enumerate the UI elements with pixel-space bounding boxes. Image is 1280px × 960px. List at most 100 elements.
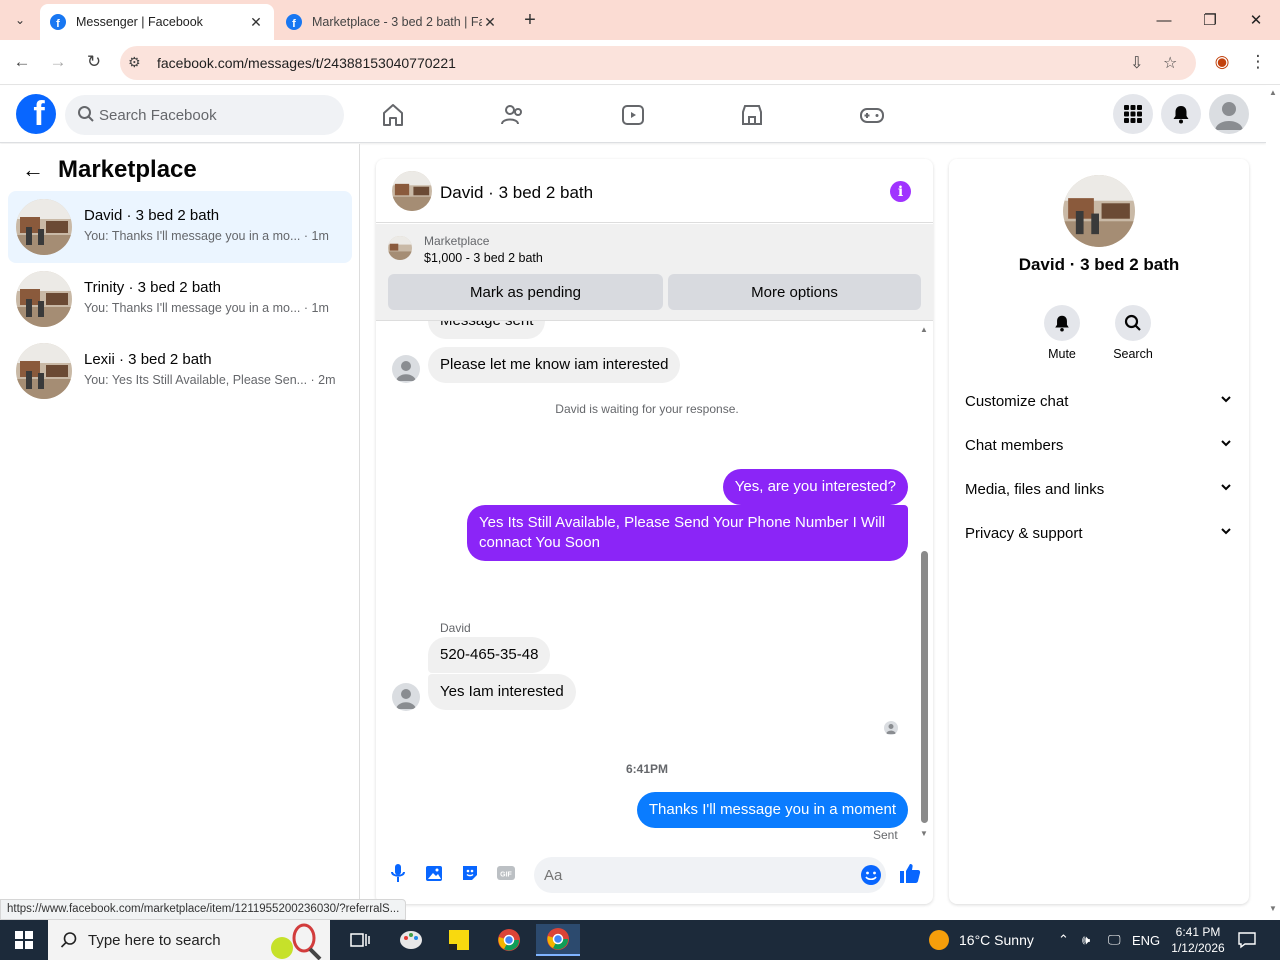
close-tab-icon[interactable]: ✕ — [482, 14, 498, 31]
gif-icon[interactable]: GIF — [496, 863, 516, 883]
scroll-up-icon[interactable]: ▲ — [920, 325, 928, 334]
search-icon — [78, 106, 94, 122]
conversation-item[interactable]: David · 3 bed 2 bath You: Thanks I'll me… — [8, 191, 352, 263]
message-outgoing: Yes, are you interested? — [722, 469, 908, 505]
weather-widget[interactable]: 16°C Sunny — [929, 920, 1034, 960]
chevron-down-icon — [1219, 436, 1233, 454]
tab-messenger[interactable]: f Messenger | Facebook ✕ — [40, 4, 274, 40]
page-scroll-down-icon[interactable]: ▼ — [1269, 904, 1277, 913]
mark-as-pending-button[interactable]: Mark as pending — [388, 274, 663, 310]
task-view-icon[interactable] — [338, 924, 382, 956]
page-scroll-up-icon[interactable]: ▲ — [1269, 88, 1277, 97]
chat-header: David · 3 bed 2 bath i — [376, 159, 933, 223]
sent-status: Sent — [873, 828, 898, 841]
notifications-bell-icon[interactable] — [1161, 94, 1201, 134]
profile-thumbnail[interactable] — [1063, 175, 1135, 247]
more-options-button[interactable]: More options — [668, 274, 921, 310]
video-icon[interactable] — [618, 100, 648, 130]
chat-scrollbar[interactable]: ▲ ▼ — [918, 325, 930, 841]
link-status-bar: https://www.facebook.com/marketplace/ite… — [0, 899, 407, 920]
weather-text: 16°C Sunny — [959, 932, 1034, 948]
emoji-icon[interactable] — [860, 864, 882, 891]
chrome-active-icon[interactable] — [536, 924, 580, 956]
close-window-button[interactable]: ✕ — [1236, 6, 1276, 34]
chrome-icon[interactable] — [487, 924, 531, 956]
message-input[interactable] — [544, 857, 844, 893]
tab-title: Messenger | Facebook — [76, 15, 203, 29]
volume-icon[interactable]: 🕪 — [1082, 920, 1090, 960]
section-label: Media, files and links — [965, 480, 1105, 498]
gaming-icon[interactable] — [857, 100, 887, 130]
address-bar[interactable]: ⚙ facebook.com/messages/t/24388153040770… — [120, 46, 1196, 80]
mute-button[interactable]: Mute — [1032, 305, 1092, 361]
microphone-icon[interactable] — [388, 863, 408, 883]
clock[interactable]: 6:41 PM 1/12/2026 — [1168, 920, 1228, 960]
privacy-support-section[interactable]: Privacy & support — [965, 513, 1233, 553]
media-files-links-section[interactable]: Media, files and links — [965, 469, 1233, 509]
info-icon[interactable]: i — [890, 181, 911, 202]
sender-avatar — [392, 683, 420, 711]
windows-start-icon[interactable] — [0, 920, 48, 960]
tab-search-dropdown[interactable]: ⌄ — [6, 8, 34, 32]
marketplace-label: Marketplace — [424, 234, 490, 248]
network-icon[interactable]: 🖵 — [1108, 920, 1121, 960]
listing-mini-thumbnail — [388, 236, 412, 260]
marketplace-icon[interactable] — [737, 100, 767, 130]
forward-icon[interactable]: → — [46, 50, 70, 74]
chat-title[interactable]: David · 3 bed 2 bath — [440, 183, 593, 203]
message-outgoing: Yes Its Still Available, Please Send You… — [467, 505, 908, 561]
new-tab-button[interactable]: + — [518, 8, 542, 32]
clock-date: 1/12/2026 — [1171, 941, 1225, 955]
marketplace-listing-bar: Marketplace $1,000 - 3 bed 2 bath Mark a… — [376, 224, 933, 321]
customize-chat-section[interactable]: Customize chat — [965, 381, 1233, 421]
bookmark-star-icon[interactable]: ☆ — [1163, 53, 1177, 73]
search-conversation-button[interactable]: Search — [1103, 305, 1163, 361]
browser-menu-icon[interactable]: ⋮ — [1246, 50, 1270, 74]
language-indicator[interactable]: ENG — [1132, 920, 1160, 960]
back-arrow-icon[interactable]: ← — [22, 157, 44, 183]
page-scrollbar[interactable]: ▲ ▼ — [1266, 86, 1280, 920]
chat-avatar[interactable] — [392, 171, 432, 211]
action-center-icon[interactable] — [1238, 920, 1256, 960]
timestamp: 6:41PM — [625, 762, 669, 776]
conversation-name: Trinity · 3 bed 2 bath — [84, 279, 222, 296]
install-app-icon[interactable]: ⇩ — [1130, 53, 1143, 73]
menu-grid-icon[interactable] — [1113, 94, 1153, 134]
bell-icon — [1044, 305, 1080, 341]
thumbs-up-icon[interactable] — [898, 861, 922, 885]
sidebar-title: Marketplace — [58, 156, 197, 183]
message-input-box[interactable] — [534, 857, 886, 893]
paint-app-icon[interactable] — [389, 924, 433, 956]
account-avatar[interactable] — [1209, 94, 1249, 134]
restore-window-button[interactable]: ❐ — [1190, 6, 1230, 34]
friends-icon[interactable] — [498, 100, 528, 130]
taskbar-search[interactable]: Type here to search — [48, 920, 330, 960]
info-panel-title: David · 3 bed 2 bath — [1018, 255, 1180, 274]
tab-marketplace[interactable]: f Marketplace - 3 bed 2 bath | Fa ✕ — [276, 4, 508, 40]
conversation-item[interactable]: Trinity · 3 bed 2 bath You: Thanks I'll … — [8, 263, 352, 335]
scroll-down-icon[interactable]: ▼ — [920, 829, 928, 838]
facebook-search[interactable] — [65, 95, 344, 135]
reload-icon[interactable]: ↻ — [82, 50, 106, 74]
home-icon[interactable] — [378, 100, 408, 130]
sticker-icon[interactable] — [460, 863, 480, 883]
facebook-logo-icon[interactable]: f — [16, 94, 56, 134]
tab-title: Marketplace - 3 bed 2 bath | Fa — [312, 15, 482, 29]
waiting-notice: David is waiting for your response. — [555, 402, 739, 416]
chat-members-section[interactable]: Chat members — [965, 425, 1233, 465]
minimize-window-button[interactable]: — — [1144, 6, 1184, 34]
site-info-icon[interactable]: ⚙ — [128, 54, 141, 71]
chevron-down-icon — [1219, 480, 1233, 498]
scroll-thumb[interactable] — [921, 551, 928, 823]
conversation-item[interactable]: Lexii · 3 bed 2 bath You: Yes Its Still … — [8, 335, 352, 407]
close-tab-icon[interactable]: ✕ — [248, 14, 264, 31]
sticky-notes-icon[interactable] — [437, 924, 481, 956]
facebook-header: f — [0, 86, 1266, 143]
tray-chevron-up-icon[interactable]: ⌃ — [1058, 920, 1069, 960]
photo-icon[interactable] — [424, 863, 444, 883]
search-input[interactable] — [99, 95, 329, 135]
chat-info-panel: David · 3 bed 2 bath Mute Search Customi… — [949, 159, 1249, 904]
profile-icon[interactable]: ◉ — [1210, 50, 1234, 74]
listing-price[interactable]: $1,000 - 3 bed 2 bath — [424, 251, 543, 265]
back-icon[interactable]: ← — [10, 50, 34, 74]
